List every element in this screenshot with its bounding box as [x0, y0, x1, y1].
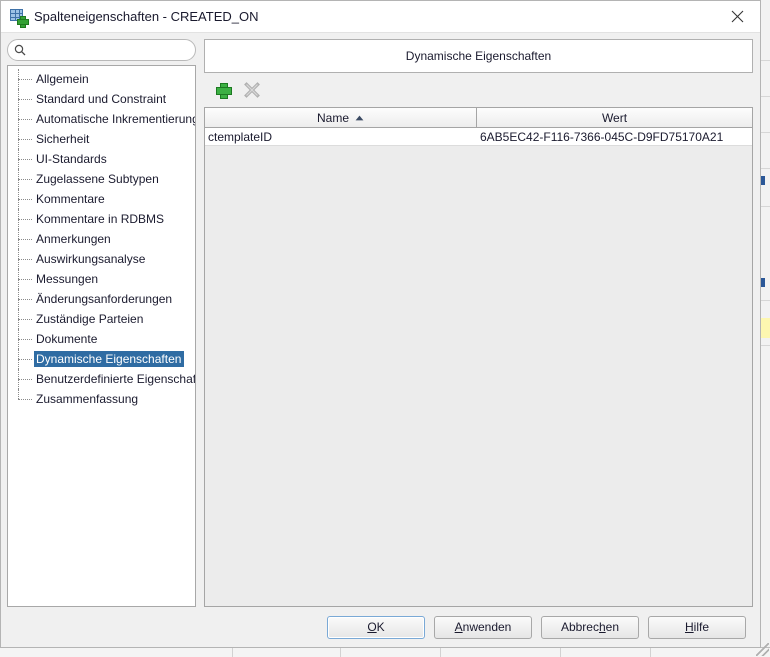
- tree-connector-icon: [14, 269, 34, 289]
- tree-connector-icon: [14, 109, 34, 129]
- tree-item-label: Messungen: [36, 272, 99, 286]
- column-properties-icon: [10, 8, 29, 28]
- tree-connector-icon: [14, 389, 34, 409]
- tree-item-label: Kommentare in RDBMS: [36, 212, 165, 226]
- column-header-name-label: Name: [316, 110, 349, 125]
- help-button[interactable]: Hilfe: [648, 615, 746, 639]
- tree-item-zuständige-parteien[interactable]: Zuständige Parteien: [8, 309, 195, 329]
- properties-toolbar: [204, 73, 753, 107]
- content-pane: Dynamische Eigenschaften Name Wert ctemp…: [204, 39, 753, 607]
- tree-connector-icon: [14, 149, 34, 169]
- tree-item-label: Allgemein: [36, 72, 89, 86]
- tree-connector-icon: [14, 349, 34, 369]
- column-header-value-label: Wert: [601, 110, 628, 125]
- tree-item-label: Änderungsanforderungen: [36, 292, 173, 306]
- tree-item-kommentare-in-rdbms[interactable]: Kommentare in RDBMS: [8, 209, 195, 229]
- tree-item-label: Auswirkungsanalyse: [36, 252, 146, 266]
- column-header-name[interactable]: Name: [205, 108, 477, 127]
- tree-item-zusammenfassung[interactable]: Zusammenfassung: [8, 389, 195, 409]
- search-input[interactable]: [30, 42, 189, 58]
- tree-item-benutzerdefinierte-eigenschaften[interactable]: Benutzerdefinierte Eigenschaften: [8, 369, 195, 389]
- add-property-button[interactable]: [212, 79, 234, 101]
- cancel-button[interactable]: Abbrechen: [541, 615, 639, 639]
- tree-item-label: Dynamische Eigenschaften: [34, 351, 185, 367]
- search-box[interactable]: [7, 39, 196, 61]
- button-label: OK: [367, 620, 385, 634]
- tree-connector-icon: [14, 169, 34, 189]
- cell-property-value[interactable]: 6AB5EC42-F116-7366-045C-D9FD75170A21: [477, 128, 752, 145]
- tree-item-label: Kommentare: [36, 192, 105, 206]
- tree-item-label: UI-Standards: [36, 152, 107, 166]
- tree-connector-icon: [14, 289, 34, 309]
- background-window-bottom-edge: [0, 643, 770, 657]
- tree-item-dokumente[interactable]: Dokumente: [8, 329, 195, 349]
- button-label: Anwenden: [454, 620, 512, 634]
- tree-connector-icon: [14, 369, 34, 389]
- tree-item-label: Zusammenfassung: [36, 392, 139, 406]
- tree-item-ui-standards[interactable]: UI-Standards: [8, 149, 195, 169]
- tree-item-anmerkungen[interactable]: Anmerkungen: [8, 229, 195, 249]
- tree-connector-icon: [14, 189, 34, 209]
- properties-table[interactable]: Name Wert ctemplateID 6AB5EC42-F116-7366-…: [204, 107, 753, 607]
- tree-item-dynamische-eigenschaften[interactable]: Dynamische Eigenschaften: [8, 349, 195, 369]
- panel-title: Dynamische Eigenschaften: [405, 49, 552, 63]
- tree-connector-icon: [14, 249, 34, 269]
- apply-button[interactable]: Anwenden: [434, 615, 532, 639]
- tree-connector-icon: [14, 89, 34, 109]
- search-icon: [14, 44, 26, 56]
- ok-button[interactable]: OK: [327, 615, 425, 639]
- dialog-body: Allgemein Standard und Constraint Automati…: [1, 33, 760, 607]
- tree-item-kommentare[interactable]: Kommentare: [8, 189, 195, 209]
- close-icon[interactable]: [714, 1, 760, 32]
- dialog-button-bar: OK Anwenden Abbrechen Hilfe: [1, 607, 760, 647]
- tree-item-label: Zuständige Parteien: [36, 312, 144, 326]
- button-label: Abbrechen: [560, 620, 620, 634]
- tree-item-label: Dokumente: [36, 332, 98, 346]
- delete-property-button: [241, 79, 263, 101]
- column-header-value[interactable]: Wert: [477, 108, 752, 127]
- tree-connector-icon: [14, 129, 34, 149]
- title-bar: Spalteneigenschaften - CREATED_ON: [1, 1, 760, 33]
- tree-connector-icon: [14, 309, 34, 329]
- column-properties-dialog: Spalteneigenschaften - CREATED_ON Allgem…: [0, 0, 761, 648]
- tree-item-automatische-inkrementierung[interactable]: Automatische Inkrementierung: [8, 109, 195, 129]
- tree-item-label: Standard und Constraint: [36, 92, 167, 106]
- tree-item-label: Zugelassene Subtypen: [36, 172, 159, 186]
- tree-connector-icon: [14, 69, 34, 89]
- sort-ascending-icon: [355, 115, 364, 120]
- table-header-row: Name Wert: [205, 108, 752, 128]
- tree-connector-icon: [14, 329, 34, 349]
- tree-item-label: Automatische Inkrementierung: [36, 112, 196, 126]
- tree-item-label: Sicherheit: [36, 132, 90, 146]
- tree-item-standard-und-constraint[interactable]: Standard und Constraint: [8, 89, 195, 109]
- table-body[interactable]: ctemplateID 6AB5EC42-F116-7366-045C-D9FD7…: [205, 128, 752, 606]
- tree-connector-icon: [14, 229, 34, 249]
- navigation-pane: Allgemein Standard und Constraint Automati…: [7, 39, 196, 607]
- tree-item-auswirkungsanalyse[interactable]: Auswirkungsanalyse: [8, 249, 195, 269]
- tree-item-messungen[interactable]: Messungen: [8, 269, 195, 289]
- tree-connector-icon: [14, 209, 34, 229]
- button-label: Hilfe: [684, 620, 709, 634]
- delete-x-icon: [244, 82, 260, 98]
- cell-property-name[interactable]: ctemplateID: [205, 128, 477, 145]
- tree-item-änderungsanforderungen[interactable]: Änderungsanforderungen: [8, 289, 195, 309]
- tree-item-label: Benutzerdefinierte Eigenschaften: [36, 372, 196, 386]
- tree-item-label: Anmerkungen: [36, 232, 111, 246]
- table-row[interactable]: ctemplateID 6AB5EC42-F116-7366-045C-D9FD7…: [205, 128, 752, 146]
- tree-item-allgemein[interactable]: Allgemein: [8, 69, 195, 89]
- desktop-background: Spalteneigenschaften - CREATED_ON Allgem…: [0, 0, 770, 657]
- window-title: Spalteneigenschaften - CREATED_ON: [34, 9, 259, 24]
- plus-icon: [216, 83, 232, 99]
- category-tree[interactable]: Allgemein Standard und Constraint Automati…: [7, 65, 196, 607]
- panel-title-bar: Dynamische Eigenschaften: [204, 39, 753, 73]
- tree-item-zugelassene-subtypen[interactable]: Zugelassene Subtypen: [8, 169, 195, 189]
- tree-item-sicherheit[interactable]: Sicherheit: [8, 129, 195, 149]
